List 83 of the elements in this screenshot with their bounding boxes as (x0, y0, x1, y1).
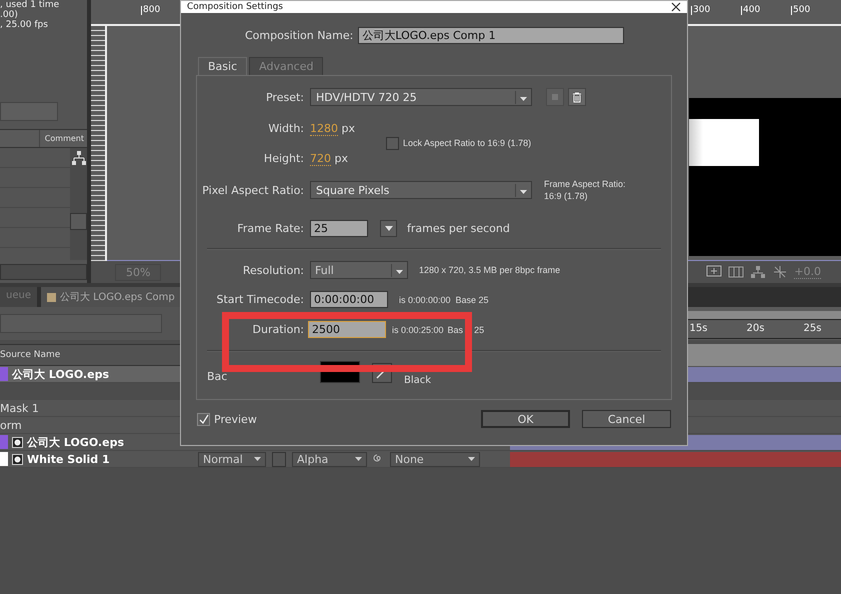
panel-tab[interactable]: 公司大 LOGO.eps Comp (40, 287, 181, 307)
field-label: Duration: (252, 323, 304, 336)
base-value: 25 (474, 324, 484, 334)
preset-dropdown[interactable]: HDV/HDTV 720 25 (310, 88, 532, 106)
flowchart-icon[interactable] (72, 151, 86, 165)
field-label: Bac (206, 370, 228, 383)
scrollbar-thumb[interactable] (70, 213, 87, 230)
label-color-tag[interactable] (0, 435, 8, 449)
preserve-transparency-toggle[interactable] (272, 452, 286, 466)
ruler-label: 500 (791, 6, 810, 15)
checkbox[interactable] (197, 412, 210, 426)
field-label: Width: (267, 122, 304, 134)
columns-icon[interactable] (728, 265, 744, 279)
label-color-tag[interactable] (0, 367, 8, 381)
composition-name-field[interactable]: 公司大LOGO.eps Comp 1 (358, 27, 624, 44)
duration-info: is 0:00:25:00 (392, 324, 444, 334)
caret-icon (355, 457, 362, 461)
field-label: Preset: (264, 90, 304, 104)
dialog-button[interactable]: Cancel (582, 410, 671, 428)
ruler-label: 300 (691, 6, 710, 15)
time-tick-label: 20s (746, 322, 766, 336)
exposure-icon[interactable] (772, 265, 788, 279)
field-label: Start Timecode: (215, 293, 304, 306)
caret-icon (468, 457, 475, 461)
frame-aspect-text: Frame Aspect Ratio: (544, 179, 626, 189)
layer-icon (12, 454, 23, 464)
parent-dropdown[interactable]: None (390, 452, 480, 466)
field-label: Height: (262, 152, 304, 164)
track-matte-dropdown[interactable]: Alpha (292, 452, 367, 466)
property-name[interactable]: Mask 1 (0, 402, 39, 414)
resolution-dropdown[interactable]: Full (310, 261, 408, 279)
blend-mode-dropdown[interactable]: Normal (198, 452, 266, 466)
height-value[interactable]: 720 (310, 152, 331, 166)
base-label: Bas (448, 324, 464, 334)
checkbox-label[interactable]: Preview (214, 412, 257, 426)
project-info-text: , 25.00 fps (0, 20, 49, 30)
field-label: Resolution: (242, 264, 304, 276)
layer-icon (12, 436, 23, 448)
dialog-button[interactable]: OK (481, 410, 570, 428)
close-icon[interactable] (671, 2, 681, 12)
start-timecode-field[interactable]: 0:00:00:00 (310, 291, 388, 308)
pixel-aspect-dropdown[interactable]: Square Pixels (310, 181, 532, 199)
search-field[interactable] (0, 102, 58, 121)
caret-icon (396, 270, 403, 274)
ruler-label: 800 (141, 6, 160, 15)
frame-rate-dropdown[interactable] (380, 220, 397, 237)
unit-label: px (342, 122, 355, 134)
timecode-info: is 0:00:00:00 Base 25 (399, 294, 489, 304)
rectangle-shape (689, 119, 759, 166)
caret-icon (384, 226, 392, 231)
layer-name[interactable]: White Solid 1 (27, 452, 110, 466)
column-header[interactable]: Source Name (0, 350, 60, 360)
layer-name[interactable]: 公司大 LOGO.eps (27, 434, 124, 450)
field-label: Composition Name: (245, 29, 354, 42)
property-name[interactable]: orm (0, 418, 22, 432)
time-tick-label: 25s (802, 322, 822, 336)
project-info-text: , used 1 time (0, 0, 60, 10)
dialog-title: Composition Settings (187, 2, 283, 12)
color-name: Black (404, 376, 432, 386)
checkbox[interactable] (386, 136, 399, 150)
flowchart-icon[interactable] (750, 265, 766, 279)
settings-tab[interactable]: Basic (198, 57, 248, 75)
label-color-tag[interactable] (0, 452, 8, 466)
caret-icon (520, 190, 527, 194)
delete-icon[interactable] (568, 88, 586, 106)
caret-icon (254, 457, 261, 461)
frame-aspect-text: 16:9 (1.78) (544, 191, 589, 201)
width-value[interactable]: 1280 (310, 122, 338, 136)
monitor-icon[interactable] (706, 265, 722, 279)
field-label: Pixel Aspect Ratio: (201, 184, 304, 196)
layer-name[interactable]: 公司大 LOGO.eps (12, 366, 109, 382)
field-label: Frame Rate: (236, 222, 304, 235)
checkbox-label[interactable]: Lock Aspect Ratio to 16:9 (1.78) (403, 138, 532, 148)
project-info-text: .00) (0, 10, 19, 20)
ruler-label: 400 (741, 6, 760, 15)
resolution-info: 1280 x 720, 3.5 MB per 8bpc frame (419, 265, 560, 275)
unit-label: frames per second (407, 222, 510, 235)
caret-icon (520, 96, 527, 100)
time-tick-label: 15s (688, 322, 708, 336)
unit-label: px (334, 152, 348, 164)
frame-rate-field[interactable]: 25 (310, 220, 368, 237)
duration-field[interactable]: 2500 (308, 321, 386, 338)
horizontal-scrollbar[interactable] (0, 264, 87, 280)
